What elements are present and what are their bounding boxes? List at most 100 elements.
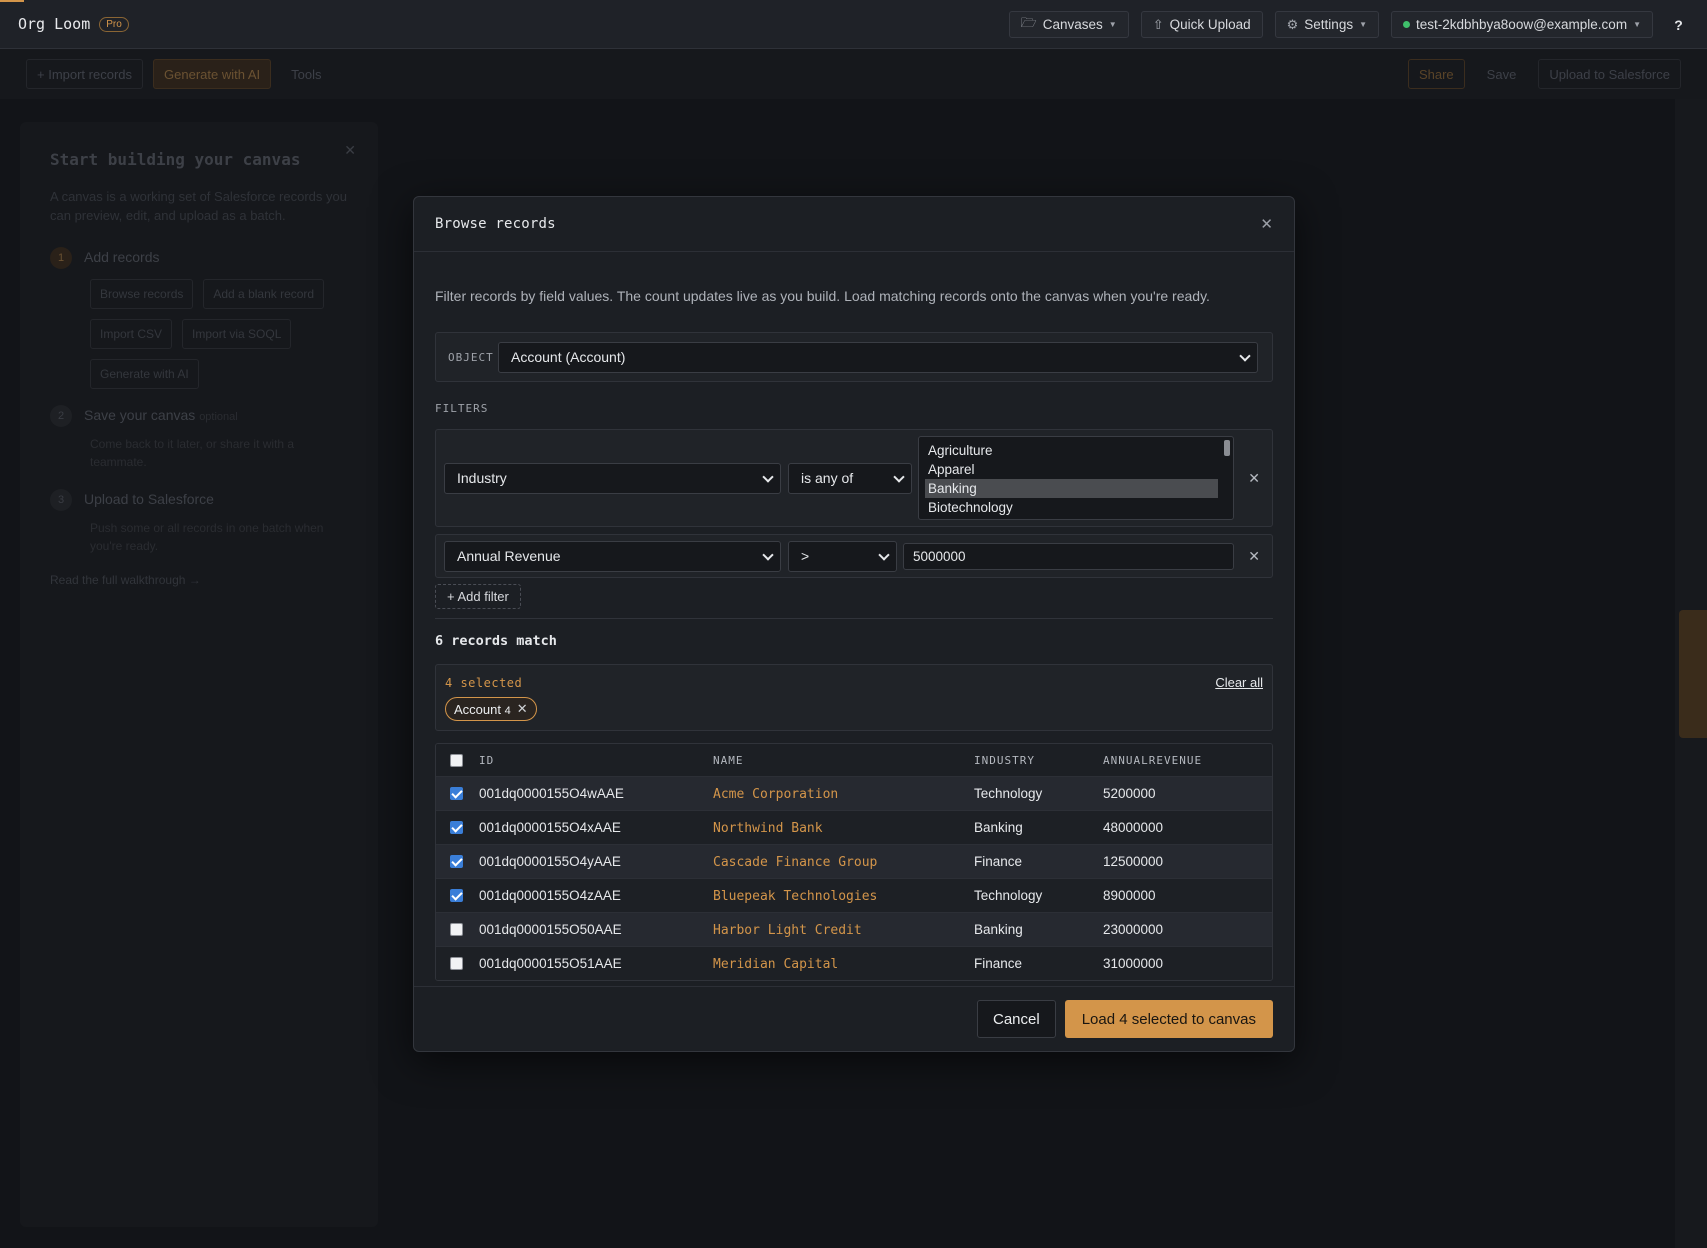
remove-filter-icon[interactable]: ✕ [1248, 548, 1260, 565]
user-menu-button[interactable]: test-2kdbhbya8oow@example.com ▼ [1391, 11, 1653, 38]
row-checkbox[interactable] [449, 889, 463, 902]
add-filter-button[interactable]: + Add filter [435, 584, 521, 609]
table-row[interactable]: 001dq0000155O4zAAE Bluepeak Technologies… [436, 878, 1272, 912]
record-industry: Technology [974, 786, 1043, 801]
filter-values-listbox[interactable]: Agriculture Apparel Banking Biotechnolog… [918, 436, 1234, 520]
upload-salesforce-button: Upload to Salesforce [1538, 59, 1681, 89]
record-name-link[interactable]: Cascade Finance Group [713, 855, 877, 870]
pro-badge: Pro [99, 16, 129, 32]
onboarding-panel: ✕ Start building your canvas A canvas is… [20, 122, 378, 1227]
chip-count: 4 [504, 704, 511, 717]
help-button[interactable]: ? [1665, 11, 1692, 38]
table-row[interactable]: 001dq0000155O4xAAE Northwind Bank Bankin… [436, 810, 1272, 844]
step-title-text: Save your canvas [84, 407, 196, 423]
row-checkbox-cell [436, 821, 476, 834]
step-number: 1 [50, 247, 72, 269]
record-name-cell: Cascade Finance Group [713, 853, 974, 871]
filter-operator-select[interactable]: > [788, 540, 897, 572]
chevron-down-icon [762, 470, 774, 483]
load-to-canvas-button[interactable]: Load 4 selected to canvas [1064, 1000, 1273, 1038]
quick-upload-label: Quick Upload [1169, 17, 1251, 32]
canvases-button[interactable]: 🗁 Canvases ▼ [1008, 11, 1129, 38]
chip-object: Account [454, 701, 501, 717]
table-row[interactable]: 001dq0000155O51AAE Meridian Capital Fina… [436, 946, 1272, 980]
close-icon[interactable]: ✕ [517, 701, 528, 717]
walkthrough-link: Read the full walkthrough → [50, 573, 201, 587]
listbox-option-apparel[interactable]: Apparel [925, 460, 1218, 479]
record-name-link[interactable]: Acme Corporation [713, 787, 838, 802]
dialog-title: Browse records [435, 216, 556, 232]
user-email: test-2kdbhbya8oow@example.com [1416, 17, 1628, 32]
record-name-cell: Acme Corporation [713, 785, 974, 803]
close-icon: ✕ [344, 142, 356, 158]
record-name-link[interactable]: Northwind Bank [713, 821, 823, 836]
row-checkbox-cell [436, 787, 476, 800]
settings-label: Settings [1304, 17, 1354, 32]
filter-field-select[interactable]: Industry [444, 462, 781, 494]
object-select-value: Account (Account) [511, 349, 626, 365]
dialog-description: Filter records by field values. The coun… [435, 288, 1210, 304]
record-revenue: 8900000 [1103, 888, 1156, 903]
caret-down-icon: ▼ [1633, 20, 1641, 29]
select-all-checkbox[interactable] [449, 753, 463, 767]
onboarding-title: Start building your canvas [50, 150, 301, 169]
record-name-link[interactable]: Harbor Light Credit [713, 923, 862, 938]
remove-filter-icon[interactable]: ✕ [1248, 470, 1260, 487]
side-drawer-tab [1679, 610, 1707, 738]
record-name-cell: Northwind Bank [713, 819, 974, 837]
table-row[interactable]: 001dq0000155O50AAE Harbor Light Credit B… [436, 912, 1272, 946]
onboarding-step-3: 3 Upload to Salesforce [50, 489, 348, 511]
filters-label: FILTERS [435, 402, 489, 415]
row-checkbox[interactable] [449, 855, 463, 868]
top-accent-line [0, 0, 24, 2]
dialog-header: Browse records ✕ [414, 197, 1294, 252]
caret-down-icon: ▼ [1108, 20, 1117, 29]
selection-chip-account[interactable]: Account 4 ✕ [445, 697, 537, 721]
record-revenue: 12500000 [1103, 854, 1164, 869]
filter-value-input[interactable]: 5000000 [903, 542, 1234, 570]
app-brand: Org Loom [18, 15, 91, 33]
record-industry: Finance [974, 956, 1023, 971]
listbox-option-biotechnology[interactable]: Biotechnology [925, 498, 1218, 517]
table-row[interactable]: 001dq0000155O4wAAE Acme Corporation Tech… [436, 776, 1272, 810]
record-name-link[interactable]: Bluepeak Technologies [713, 889, 877, 904]
dialog-body: Filter records by field values. The coun… [414, 288, 1294, 981]
listbox-option-banking[interactable]: Banking [925, 479, 1218, 498]
record-name-link[interactable]: Meridian Capital [713, 957, 838, 972]
record-industry: Finance [974, 854, 1023, 869]
canvases-label: Canvases [1042, 17, 1103, 32]
selected-count: 4 selected [445, 676, 523, 690]
section-divider [435, 618, 1273, 619]
listbox-scrollbar[interactable] [1224, 440, 1230, 456]
generate-ai-button: Generate with AI [153, 59, 272, 89]
filter-field-select[interactable]: Annual Revenue [444, 540, 781, 572]
row-checkbox[interactable] [449, 923, 463, 936]
row-checkbox[interactable] [449, 787, 463, 800]
record-id: 001dq0000155O4zAAE [479, 888, 621, 903]
record-industry: Banking [974, 922, 1023, 937]
clear-all-link[interactable]: Clear all [1215, 675, 1263, 690]
row-checkbox[interactable] [449, 957, 463, 970]
folder-icon: 🗁 [1020, 14, 1037, 30]
table-row[interactable]: 001dq0000155O4yAAE Cascade Finance Group… [436, 844, 1272, 878]
filter-field-value: Annual Revenue [457, 548, 561, 564]
chip-label: Account 4 [454, 702, 511, 717]
chevron-down-icon [762, 548, 774, 561]
close-icon[interactable]: ✕ [1260, 215, 1273, 233]
select-all-cell [436, 753, 476, 767]
quick-upload-button[interactable]: ⇧ Quick Upload [1140, 11, 1263, 38]
import-csv-chip: Import CSV [90, 319, 173, 349]
object-select[interactable]: Account (Account) [498, 341, 1258, 373]
row-checkbox[interactable] [449, 821, 463, 834]
cancel-button[interactable]: Cancel [977, 1000, 1056, 1038]
import-soql-chip: Import via SOQL [182, 319, 292, 349]
settings-button[interactable]: ⚙ Settings ▼ [1274, 11, 1379, 38]
row-checkbox-cell [436, 957, 476, 970]
header-revenue: ANNUALREVENUE [1103, 753, 1203, 767]
record-id: 001dq0000155O50AAE [479, 922, 622, 937]
caret-down-icon: ▼ [1359, 20, 1367, 29]
header-id: ID [479, 753, 495, 767]
onboarding-step-2: 2 Save your canvas optional [50, 405, 348, 427]
filter-operator-select[interactable]: is any of [788, 462, 912, 494]
listbox-option-agriculture[interactable]: Agriculture [925, 441, 1218, 460]
